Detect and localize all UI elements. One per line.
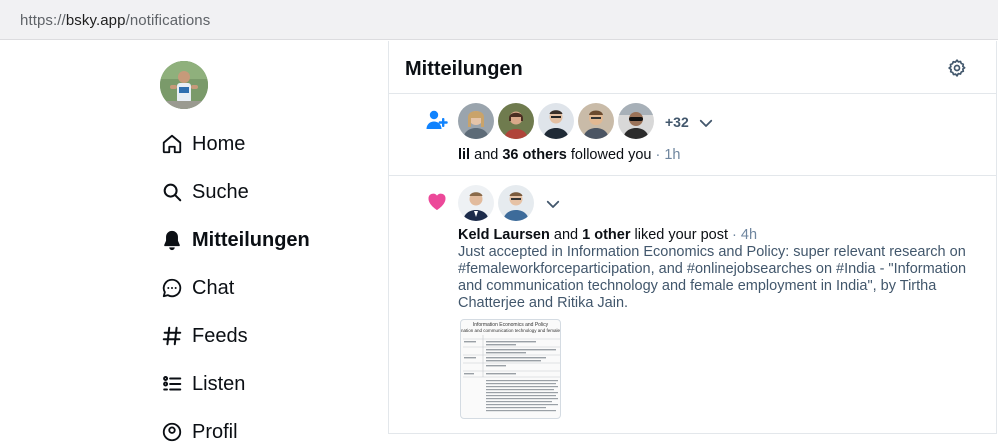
actor-name[interactable]: lil [458,147,470,163]
thumbnail-document-lines [463,335,560,412]
hash-icon [160,324,184,348]
nav-feeds[interactable]: Feeds [160,321,248,351]
url-text[interactable]: https://bsky.app/notifications [20,12,210,29]
avatar[interactable] [538,103,574,139]
sidebar: Home Suche Mitteilungen Chat Feeds Liste… [0,41,388,443]
profile-icon [160,420,184,444]
chat-icon [160,276,184,300]
nav-label: Home [192,132,246,155]
nav-label: Listen [192,372,246,395]
avatar[interactable] [498,185,534,221]
action-text: liked your post [634,227,729,243]
page-title: Mitteilungen [405,58,523,80]
more-followers-count[interactable]: +32 [665,114,689,130]
avatar[interactable] [458,185,494,221]
post-image-thumbnail[interactable]: Information Economics and Policy nation … [460,319,561,419]
nav-label: Suche [192,180,249,203]
others-count: 1 other [582,227,631,243]
notification-text: lil and 36 others followed you · 1h [458,147,681,163]
chevron-down-icon[interactable] [697,114,715,132]
browser-url-bar[interactable]: https://bsky.app/notifications [0,0,998,40]
search-icon [160,180,184,204]
nav-chat[interactable]: Chat [160,273,234,303]
avatar[interactable] [458,103,494,139]
list-icon [160,372,184,396]
avatar[interactable] [578,103,614,139]
avatar[interactable] [618,103,654,139]
post-text[interactable]: Just accepted in Information Economics a… [458,244,978,312]
nav-label: Profil [192,420,238,443]
timestamp: · 4h [732,227,758,243]
nav-label: Feeds [192,324,248,347]
avatar[interactable] [498,103,534,139]
nav-label: Chat [192,276,235,299]
notifications-column: Mitteilungen +32 lil and 36 others follo… [389,41,996,434]
nav-profile[interactable]: Profil [160,417,238,447]
person-add-icon [425,108,449,132]
actor-name[interactable]: Keld Laursen [458,227,550,243]
connector-text: and [474,147,499,163]
nav-lists[interactable]: Listen [160,369,245,399]
user-avatar[interactable] [160,61,208,109]
nav-label: Mitteilungen [192,228,310,251]
nav-search[interactable]: Suche [160,177,249,207]
connector-text: and [553,227,579,243]
chevron-down-icon[interactable] [544,195,562,213]
heart-icon [425,189,449,213]
column-divider-right [996,41,997,434]
notification-text: Keld Laursen and 1 other liked your post… [458,227,757,243]
page-header: Mitteilungen [389,41,996,94]
bell-icon [160,228,184,252]
gear-icon[interactable] [947,58,969,80]
notification-follow[interactable]: +32 lil and 36 others followed you · 1h [389,94,996,176]
home-icon [160,132,184,156]
timestamp: · 1h [655,147,681,163]
nav-notifications[interactable]: Mitteilungen [160,225,310,255]
notification-like[interactable]: Keld Laursen and 1 other liked your post… [389,176,996,434]
nav-home[interactable]: Home [160,129,245,159]
others-count: 36 others [502,147,567,163]
action-text: followed you [570,147,652,163]
